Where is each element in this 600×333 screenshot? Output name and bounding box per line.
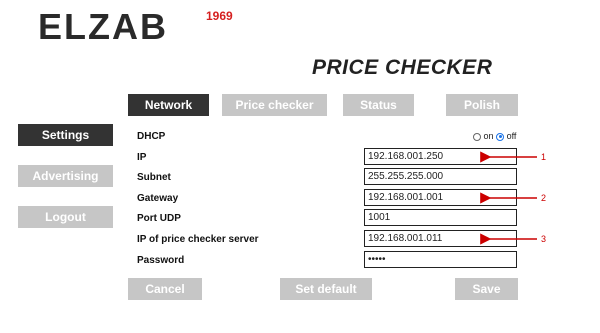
set-default-button[interactable]: Set default [280, 278, 372, 300]
subnet-field[interactable]: 255.255.255.000 [364, 168, 517, 185]
sidebar-item-settings[interactable]: Settings [18, 124, 113, 146]
dhcp-label: DHCP [137, 131, 166, 142]
password-label: Password [137, 255, 185, 266]
tab-polish[interactable]: Polish [446, 94, 518, 116]
ip-field[interactable]: 192.168.001.250 [364, 148, 517, 165]
annotation-3: 3 [541, 234, 547, 244]
logo-year: 1969 [206, 9, 233, 23]
dhcp-off-radio[interactable] [496, 132, 505, 141]
cancel-button[interactable]: Cancel [128, 278, 202, 300]
server-ip-field[interactable]: 192.168.001.011 [364, 230, 517, 247]
dhcp-off-label: off [506, 131, 517, 141]
dhcp-on-radio[interactable] [473, 132, 481, 141]
tab-price-checker[interactable]: Price checker [222, 94, 327, 116]
dhcp-radio-group: on off [473, 131, 516, 141]
sidebar-item-logout[interactable]: Logout [18, 206, 113, 228]
annotation-2: 2 [541, 193, 547, 203]
dhcp-on-label: on [483, 131, 494, 141]
logo-text: ELZAB [38, 6, 168, 46]
server-ip-label: IP of price checker server [137, 234, 259, 245]
tab-network[interactable]: Network [128, 94, 209, 116]
ip-label: IP [137, 152, 147, 163]
tab-status[interactable]: Status [343, 94, 414, 116]
subnet-label: Subnet [137, 172, 171, 183]
annotation-1: 1 [541, 152, 547, 162]
gateway-field[interactable]: 192.168.001.001 [364, 189, 517, 206]
page-title: PRICE CHECKER [312, 56, 493, 79]
gateway-label: Gateway [137, 193, 179, 204]
port-udp-field[interactable]: 1001 [364, 209, 517, 226]
sidebar-item-advertising[interactable]: Advertising [18, 165, 113, 187]
elzab-logo: ELZAB 1969 [38, 6, 233, 46]
save-button[interactable]: Save [455, 278, 518, 300]
password-field[interactable]: ••••• [364, 251, 517, 268]
port-udp-label: Port UDP [137, 213, 181, 224]
